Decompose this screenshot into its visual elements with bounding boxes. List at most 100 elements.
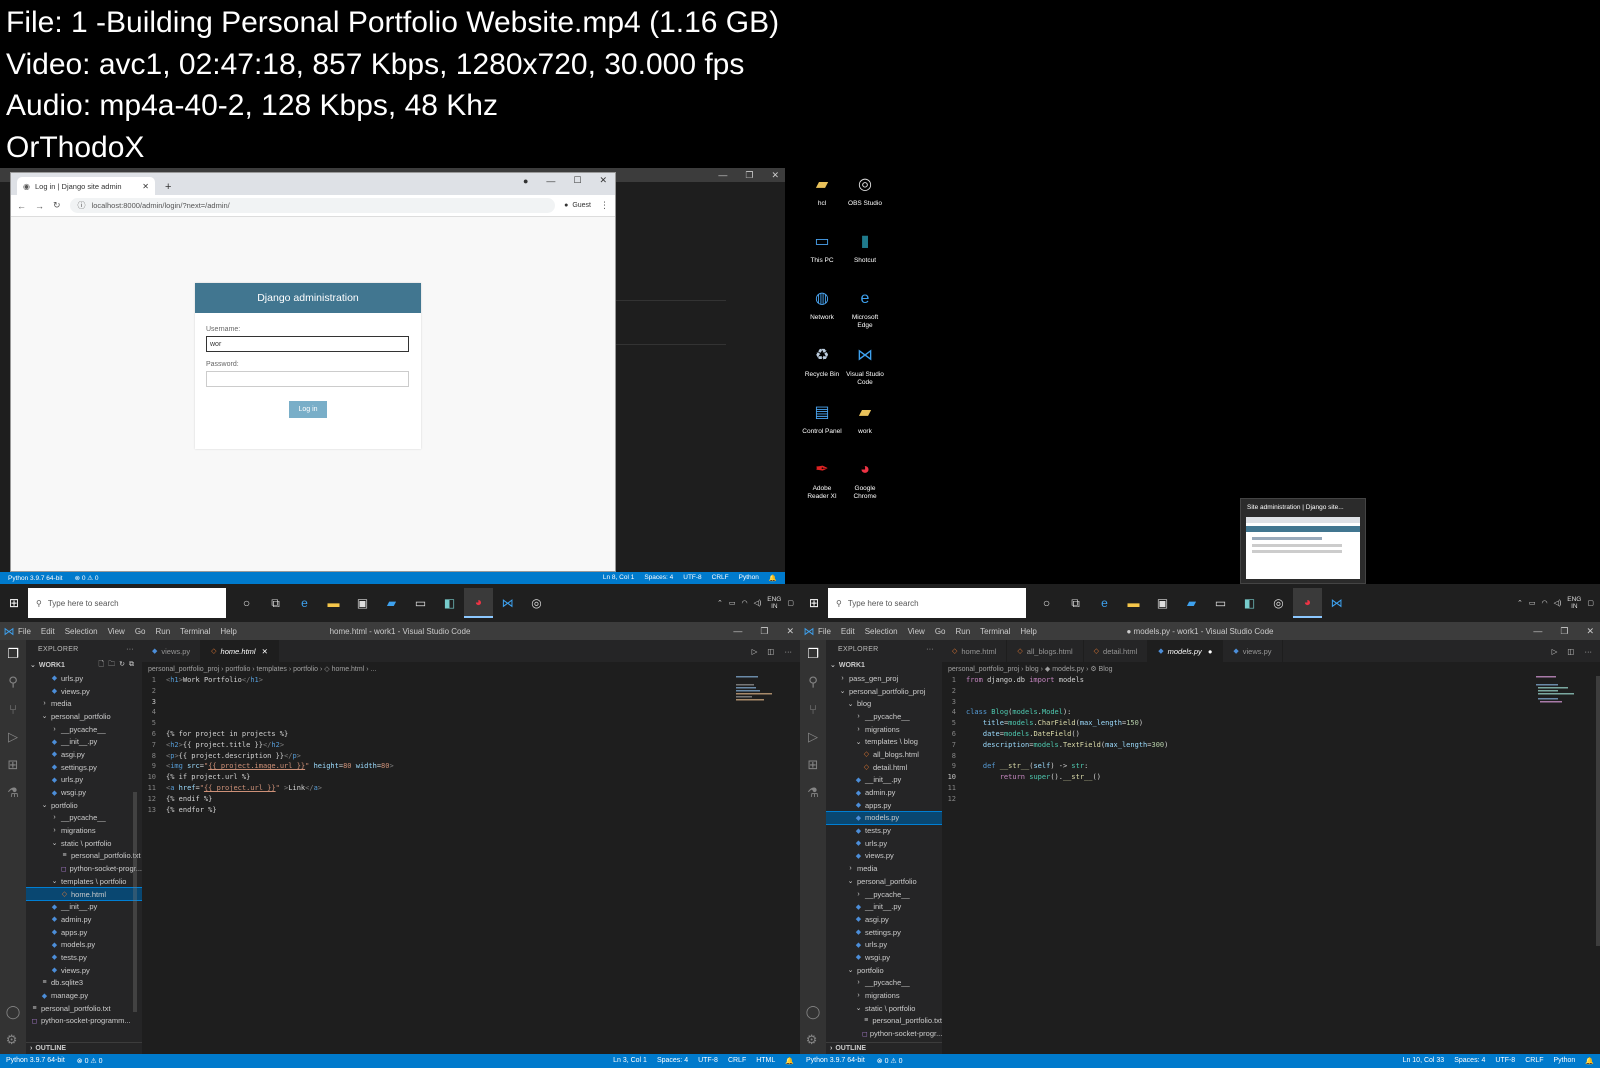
extensions-icon[interactable]: ⊞: [808, 757, 819, 773]
tree-item[interactable]: ◇ home.html: [26, 886, 142, 902]
minimap[interactable]: [1536, 676, 1586, 706]
tree-item[interactable]: ◇ detail.html: [826, 761, 942, 774]
status-item[interactable]: UTF-8: [1495, 1057, 1515, 1065]
menu-item-edit[interactable]: Edit: [841, 627, 855, 636]
tree-item[interactable]: ◆ manage.py: [26, 989, 142, 1002]
chrome-taskbar-icon[interactable]: ◕: [464, 588, 493, 618]
battery-icon[interactable]: ▭: [1529, 599, 1536, 607]
status-item[interactable]: Python: [1553, 1057, 1575, 1065]
cortana-icon[interactable]: ○: [232, 588, 261, 618]
breadcrumb[interactable]: personal_portfolio_proj › blog › ◆ model…: [942, 662, 1600, 676]
desktop-icon[interactable]: ▰ hcl: [802, 172, 842, 208]
problems-count[interactable]: ⊗ 0 ⚠ 0: [877, 1057, 903, 1065]
tree-item[interactable]: ◆ __init__.py: [26, 900, 142, 913]
close-icon[interactable]: ✕: [771, 170, 779, 181]
files-icon[interactable]: ❐: [807, 646, 819, 662]
more-icon[interactable]: ···: [785, 647, 793, 656]
mail-icon[interactable]: ▰: [1177, 588, 1206, 618]
tree-item[interactable]: › media: [826, 862, 942, 875]
tree-item[interactable]: ◆ asgi.py: [826, 913, 942, 926]
cortana-icon[interactable]: ○: [1032, 588, 1061, 618]
tree-item[interactable]: ≡ personal_portfolio.txt: [26, 1002, 142, 1015]
tree-item[interactable]: ◻ python-socket-progr...: [26, 862, 142, 875]
tree-item[interactable]: › __pycache__: [26, 723, 142, 736]
tree-item[interactable]: › pass_gen_proj: [826, 672, 942, 685]
status-item[interactable]: UTF-8: [698, 1057, 718, 1065]
app-icon[interactable]: ◧: [1235, 588, 1264, 618]
tree-item[interactable]: › migrations: [826, 989, 942, 1002]
tree-item[interactable]: ◆ admin.py: [826, 786, 942, 799]
file-explorer-icon[interactable]: ▬: [319, 588, 348, 618]
editor-tab[interactable]: ◇ home.html ✕: [201, 640, 279, 662]
split-editor-icon[interactable]: ◫: [767, 647, 774, 656]
tree-item[interactable]: ◆ models.py: [26, 938, 142, 951]
bell-icon[interactable]: 🔔: [785, 1057, 794, 1065]
password-input[interactable]: [206, 371, 409, 387]
vscode-taskbar-icon[interactable]: ⋈: [1322, 588, 1351, 618]
status-item[interactable]: Spaces: 4: [644, 574, 673, 582]
terminal-icon[interactable]: ▭: [406, 588, 435, 618]
desktop-icon[interactable]: ▰ work: [845, 400, 885, 436]
files-icon[interactable]: ❐: [7, 646, 19, 662]
menu-item-selection[interactable]: Selection: [65, 627, 98, 636]
code-editor[interactable]: 1 from django.db import models 2 3 4 class…: [942, 676, 1576, 1054]
python-interpreter[interactable]: Python 3.9.7 64-bit: [6, 1057, 65, 1065]
terminal-icon[interactable]: ▭: [1206, 588, 1235, 618]
tree-item[interactable]: ◆ settings.py: [26, 761, 142, 774]
extensions-icon[interactable]: ⊞: [8, 757, 19, 773]
menu-item-view[interactable]: View: [108, 627, 125, 636]
tree-item[interactable]: ◇ all_blogs.html: [826, 748, 942, 761]
desktop-icon[interactable]: ◍ Network: [802, 286, 842, 322]
chrome-taskbar-icon[interactable]: ◕: [1293, 588, 1322, 618]
tree-item[interactable]: ◆ views.py: [826, 850, 942, 863]
desktop-icon[interactable]: ▤ Control Panel: [802, 400, 842, 436]
problems-count[interactable]: ⊗ 0 ⚠ 0: [77, 1057, 103, 1065]
desktop-icon[interactable]: ✒ Adobe Reader XI: [802, 457, 842, 501]
status-item[interactable]: UTF-8: [683, 574, 701, 582]
problems-count[interactable]: ⊗ 0 ⚠ 0: [75, 574, 99, 582]
tab-close-icon[interactable]: ✕: [142, 182, 149, 191]
task-view-icon[interactable]: ⧉: [261, 588, 290, 618]
tree-item[interactable]: ◆ urls.py: [26, 774, 142, 787]
menu-item-terminal[interactable]: Terminal: [980, 627, 1010, 636]
obs-taskbar-icon[interactable]: ◎: [1264, 588, 1293, 618]
username-input[interactable]: [206, 336, 409, 352]
account-icon[interactable]: ◯: [806, 1004, 821, 1020]
status-item[interactable]: CRLF: [1525, 1057, 1543, 1065]
minimize-icon[interactable]: —: [718, 170, 727, 180]
search-icon[interactable]: ⚲: [8, 674, 18, 690]
chevron-up-icon[interactable]: ⌃: [1517, 599, 1523, 607]
tree-item[interactable]: ≡ db.sqlite3: [26, 977, 142, 990]
status-item[interactable]: Ln 3, Col 1: [613, 1057, 647, 1065]
tree-item[interactable]: ◆ __init__.py: [826, 900, 942, 913]
edge-taskbar-icon[interactable]: e: [1090, 588, 1119, 618]
tree-item[interactable]: ◆ __init__.py: [26, 735, 142, 748]
close-icon[interactable]: ✕: [786, 626, 794, 637]
menu-item-edit[interactable]: Edit: [41, 627, 55, 636]
account-icon[interactable]: ◯: [6, 1004, 21, 1020]
split-editor-icon[interactable]: ◫: [1567, 647, 1574, 656]
minimap[interactable]: [736, 676, 786, 706]
tree-item[interactable]: ⌄ templates \ portfolio: [26, 875, 142, 888]
tree-item[interactable]: ◆ settings.py: [826, 926, 942, 939]
tree-item[interactable]: ◆ views.py: [26, 685, 142, 698]
tree-item[interactable]: ◆ wsgi.py: [26, 786, 142, 799]
tree-item[interactable]: ◆ apps.py: [26, 926, 142, 939]
taskbar-search[interactable]: ⚲ Type here to search: [828, 588, 1026, 618]
gear-icon[interactable]: ⚙: [6, 1032, 21, 1048]
editor-tab[interactable]: ◇ all_blogs.html: [1007, 640, 1084, 662]
tree-item[interactable]: › __pycache__: [826, 888, 942, 901]
run-debug-icon[interactable]: ▷: [8, 729, 18, 745]
tree-item[interactable]: › media: [26, 697, 142, 710]
desktop-icon[interactable]: ◕ Google Chrome: [845, 457, 885, 501]
address-bar[interactable]: ⓘ localhost:8000/admin/login/?next=/admi…: [69, 198, 556, 213]
tree-item[interactable]: ⌄ static \ portfolio: [826, 1002, 942, 1015]
status-item[interactable]: Spaces: 4: [657, 1057, 688, 1065]
browser-tab[interactable]: ◉ Log in | Django site admin ✕: [17, 177, 155, 195]
tree-item[interactable]: ◆ wsgi.py: [826, 951, 942, 964]
desktop-icon[interactable]: ▭ This PC: [802, 229, 842, 265]
tree-item[interactable]: ◆ models.py: [826, 810, 942, 826]
more-icon[interactable]: ···: [126, 646, 134, 653]
tree-item[interactable]: ◻ python-socket-progr...: [826, 1027, 942, 1040]
notification-icon[interactable]: ▢: [787, 599, 794, 607]
